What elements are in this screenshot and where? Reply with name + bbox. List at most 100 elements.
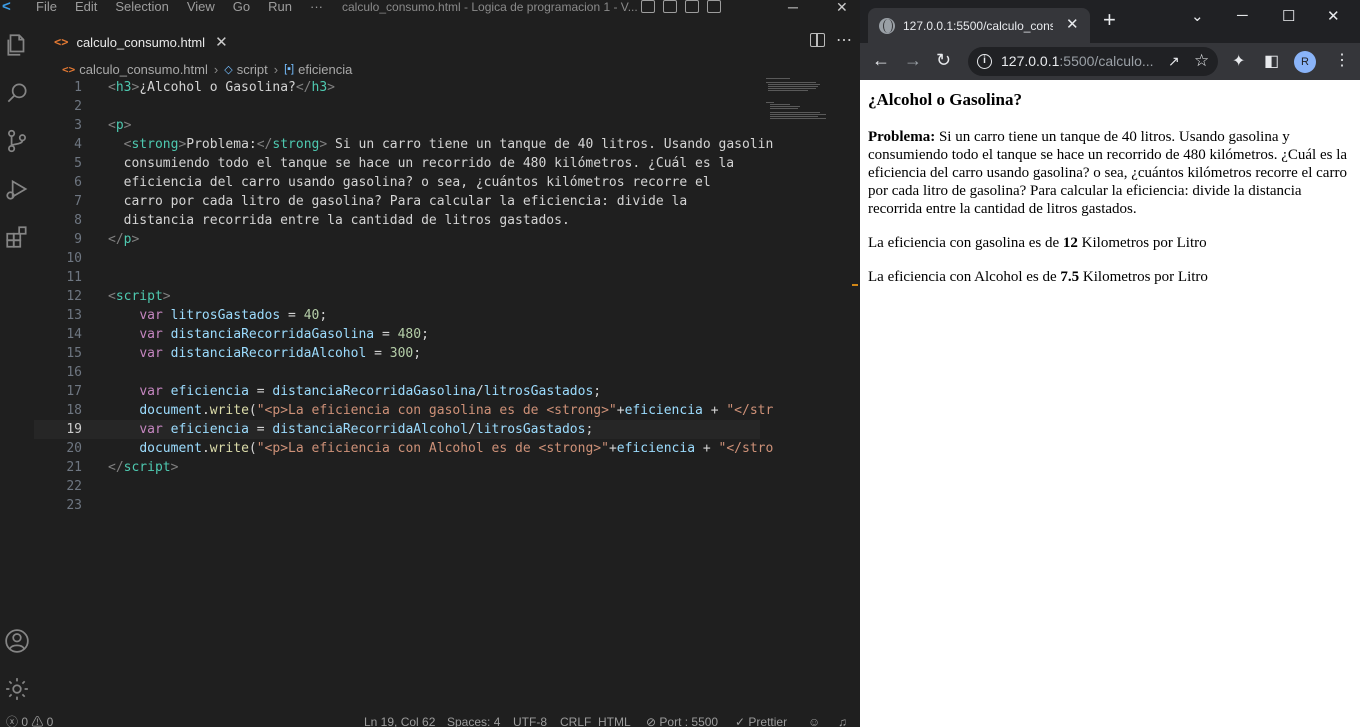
- maximize-icon[interactable]: ☐: [1282, 7, 1295, 25]
- line-number: 16: [66, 365, 82, 380]
- menu-run[interactable]: Run: [268, 0, 292, 14]
- menu-edit[interactable]: Edit: [75, 0, 97, 14]
- source-control-icon[interactable]: [4, 128, 30, 154]
- gasoline-efficiency: La eficiencia con gasolina es de 12 Kilo…: [868, 234, 1352, 252]
- rendered-page: ¿Alcohol o Gasolina? Problema: Si un car…: [860, 80, 1360, 727]
- menu-more[interactable]: ···: [310, 0, 323, 14]
- line-number: 5: [74, 156, 82, 171]
- code-line: 13 var litrosGastados = 40;: [34, 306, 760, 325]
- more-actions-icon[interactable]: ⋯: [836, 30, 852, 50]
- address-bar[interactable]: i 127.0.0.1:5500/calculo... ↗ ☆: [968, 47, 1218, 76]
- line-number: 1: [74, 80, 82, 95]
- code-strong-text: Problema:: [186, 137, 257, 152]
- search-icon[interactable]: [4, 80, 30, 106]
- close-tab-icon[interactable]: ✕: [1066, 15, 1079, 33]
- prettier-status[interactable]: ✓ Prettier: [735, 716, 787, 727]
- toggle-panel-icon[interactable]: [663, 0, 677, 13]
- code-var: distanciaRecorridaAlcohol: [170, 346, 367, 361]
- code-var: litrosGastados: [475, 422, 586, 437]
- browser-tab[interactable]: 127.0.0.1:5500/calculo_consu ✕: [868, 8, 1090, 43]
- line-number: 6: [74, 175, 82, 190]
- code-line: 14 var distanciaRecorridaGasolina = 480;: [34, 325, 760, 344]
- toggle-sidebar-icon[interactable]: [641, 0, 655, 13]
- code-string: "<p>La eficiencia con gasolina es de <st…: [256, 403, 617, 418]
- tab-close-icon[interactable]: ✕: [215, 33, 228, 51]
- reload-icon[interactable]: ↻: [936, 50, 951, 70]
- chrome-tabstrip: 127.0.0.1:5500/calculo_consu ✕ + ⌄ ─ ☐ ✕: [860, 0, 1360, 43]
- status-bar: ⓧ 0 ⚠ 0 Ln 19, Col 62 Spaces: 4 UTF-8 CR…: [0, 707, 860, 727]
- minimap[interactable]: [766, 78, 856, 128]
- code-line: 6 eficiencia del carro usando gasolina? …: [34, 173, 760, 192]
- close-window-icon[interactable]: ✕: [836, 0, 848, 14]
- code-line-current: 19 var eficiencia = distanciaRecorridaAl…: [34, 420, 760, 439]
- settings-gear-icon[interactable]: [4, 676, 30, 702]
- tab-calculo-consumo[interactable]: <> calculo_consumo.html ✕: [54, 28, 228, 56]
- share-icon[interactable]: ↗: [1168, 53, 1180, 70]
- split-editor-icon[interactable]: [810, 33, 825, 47]
- notifications-bell-icon[interactable]: ♫: [838, 716, 847, 727]
- code-line: 7 carro por cada litro de gasolina? Para…: [34, 192, 760, 211]
- side-panel-icon[interactable]: ◧: [1264, 51, 1279, 71]
- language-mode[interactable]: HTML: [598, 716, 631, 727]
- new-tab-icon[interactable]: +: [1103, 9, 1116, 31]
- toggle-secondary-sidebar-icon[interactable]: [685, 0, 699, 13]
- script-symbol-icon: ◇: [224, 63, 233, 76]
- forward-arrow-icon[interactable]: →: [904, 50, 922, 70]
- minimize-icon[interactable]: ─: [1237, 7, 1248, 24]
- alc-value: 7.5: [1060, 269, 1080, 285]
- line-number: 18: [66, 403, 82, 418]
- code-line: 3 <p>: [34, 116, 760, 135]
- menu-view[interactable]: View: [187, 0, 215, 14]
- feedback-icon[interactable]: ☺: [808, 716, 820, 727]
- menu-file[interactable]: File: [36, 0, 57, 14]
- code-number: 40: [303, 308, 320, 323]
- code-editor[interactable]: 1 <h3>¿Alcohol o Gasolina?</h3> 2 3 <p> 4 …: [34, 78, 773, 698]
- code-line: 4 <strong>Problema:</strong> Si un carro…: [34, 135, 773, 154]
- breadcrumb-script[interactable]: script: [237, 62, 268, 77]
- accounts-icon[interactable]: [4, 628, 30, 654]
- breadcrumb-variable[interactable]: eficiencia: [298, 62, 352, 77]
- url-text: 127.0.0.1:5500/calculo...: [1001, 53, 1154, 69]
- encoding-status[interactable]: UTF-8: [513, 716, 547, 727]
- code-line: 15 var distanciaRecorridaAlcohol = 300;: [34, 344, 760, 363]
- chrome-menu-icon[interactable]: ⋮: [1334, 50, 1350, 70]
- cursor-position[interactable]: Ln 19, Col 62: [364, 716, 435, 727]
- scrollbar-marker: [852, 284, 858, 286]
- tab-search-chevron-icon[interactable]: ⌄: [1191, 7, 1204, 25]
- customize-layout-icon[interactable]: [707, 0, 721, 13]
- line-number: 15: [66, 346, 82, 361]
- explorer-icon[interactable]: [4, 32, 30, 58]
- indentation-status[interactable]: Spaces: 4: [447, 716, 500, 727]
- gas-value: 12: [1062, 235, 1078, 251]
- globe-icon: [879, 18, 895, 34]
- extensions-icon[interactable]: [4, 224, 30, 250]
- problem-label: Problema:: [868, 129, 936, 145]
- minimize-icon[interactable]: ─: [788, 0, 798, 14]
- live-server-port[interactable]: ⊘ Port : 5500: [646, 716, 718, 727]
- menu-go[interactable]: Go: [233, 0, 250, 14]
- code-line: 2: [34, 97, 760, 116]
- gas-prefix: La eficiencia con gasolina es de: [868, 235, 1063, 251]
- tab-label: calculo_consumo.html: [76, 34, 206, 50]
- chrome-window: 127.0.0.1:5500/calculo_consu ✕ + ⌄ ─ ☐ ✕…: [860, 0, 1360, 727]
- html-file-icon: <>: [62, 62, 76, 76]
- extensions-puzzle-icon[interactable]: ✦: [1232, 51, 1245, 71]
- line-number: 21: [66, 460, 82, 475]
- back-arrow-icon[interactable]: ←: [872, 50, 890, 70]
- line-number: 12: [66, 289, 82, 304]
- bookmark-star-icon[interactable]: ☆: [1194, 51, 1209, 71]
- profile-avatar[interactable]: R: [1294, 51, 1316, 73]
- menu-selection[interactable]: Selection: [115, 0, 168, 14]
- code-line: 11: [34, 268, 760, 287]
- breadcrumb-file[interactable]: calculo_consumo.html: [79, 62, 208, 77]
- site-info-icon[interactable]: i: [977, 54, 992, 69]
- run-debug-icon[interactable]: [4, 176, 30, 202]
- close-window-icon[interactable]: ✕: [1327, 7, 1340, 25]
- problems-status[interactable]: ⓧ 0 ⚠ 0: [6, 716, 53, 727]
- line-number: 3: [74, 118, 82, 133]
- code-var: distanciaRecorridaAlcohol: [272, 422, 469, 437]
- code-var: eficiencia: [624, 403, 703, 418]
- eol-status[interactable]: CRLF: [560, 716, 591, 727]
- line-number: 19: [66, 422, 82, 437]
- code-line: 10: [34, 249, 760, 268]
